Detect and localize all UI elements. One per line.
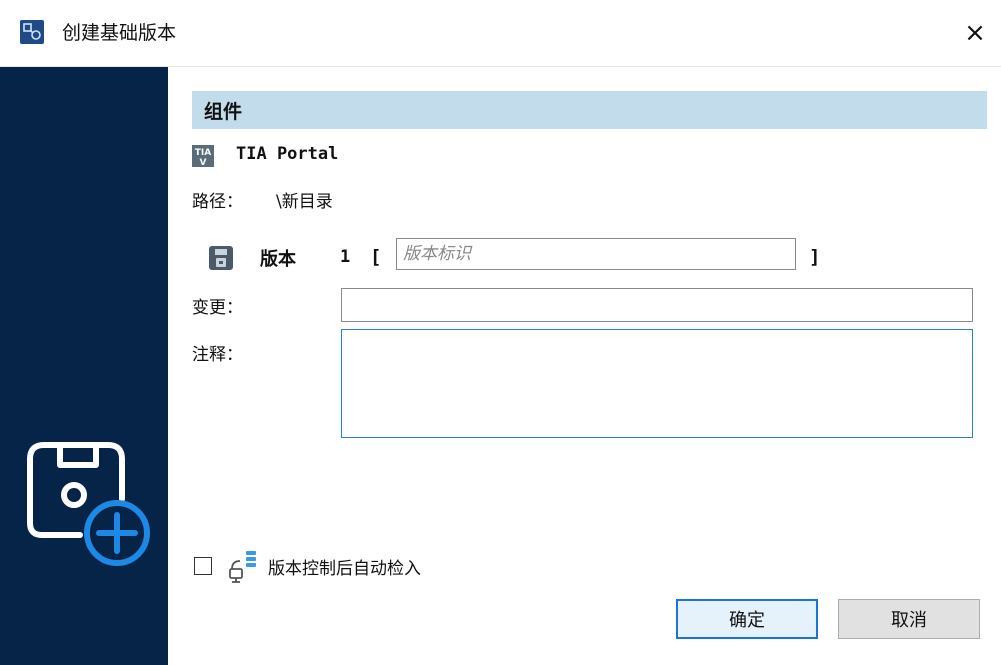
version-number: 1: [340, 247, 351, 267]
cancel-button[interactable]: 取消: [838, 599, 980, 639]
version-icon: [209, 246, 233, 270]
change-label: 变更：: [192, 298, 243, 318]
ok-button[interactable]: 确定: [676, 599, 818, 639]
component-name: TIA Portal: [236, 144, 339, 164]
save-new-icon: [27, 442, 150, 566]
comment-textarea[interactable]: [341, 329, 973, 438]
version-open-bracket: [: [370, 246, 382, 268]
version-close-bracket: ]: [809, 246, 821, 268]
create-base-version-dialog: 创建基础版本 × 组件 TIA V TIA Portal 路径： \新目录 版本…: [0, 0, 1001, 665]
title-bar: 创建基础版本 ×: [0, 0, 1001, 67]
change-input[interactable]: [341, 288, 973, 322]
auto-checkin-checkbox[interactable]: [194, 557, 212, 575]
sidebar: [0, 67, 168, 665]
tia-icon-text-top: TIA: [195, 148, 211, 158]
dialog-body: 组件 TIA V TIA Portal 路径： \新目录 版本 1 [ ] 变更…: [168, 67, 1001, 665]
app-icon: [20, 20, 44, 44]
section-heading: 组件: [204, 101, 243, 123]
version-control-checkin-icon: [229, 551, 256, 583]
close-button[interactable]: ×: [958, 16, 992, 50]
section-header: 组件: [192, 91, 987, 129]
path-value: \新目录: [276, 192, 333, 212]
tia-icon-text-bottom: V: [200, 158, 207, 167]
window-title: 创建基础版本: [62, 22, 177, 44]
path-label: 路径：: [192, 192, 243, 212]
auto-checkin-label: 版本控制后自动检入: [268, 559, 421, 579]
tia-portal-icon: TIA V: [192, 145, 214, 167]
version-id-input[interactable]: [396, 238, 796, 270]
comment-label: 注释：: [192, 345, 243, 365]
version-label: 版本: [260, 249, 296, 270]
